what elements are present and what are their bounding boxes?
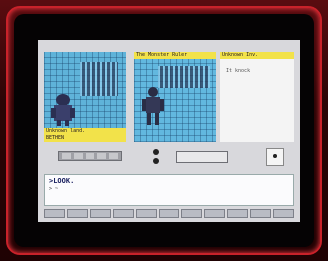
menu-item[interactable]	[66, 209, 88, 218]
direction-button[interactable]	[73, 153, 83, 159]
middle-scene-panel: The Monster Ruler	[134, 52, 216, 142]
game-screen: Unknown land. BETHEN The Monster Ruler U…	[38, 40, 300, 222]
menu-item[interactable]	[204, 209, 226, 218]
direction-buttons	[58, 151, 122, 161]
left-panel-caption: Unknown land. BETHEN	[44, 128, 126, 142]
middle-panel-title: The Monster Ruler	[134, 52, 216, 59]
status-bar	[176, 151, 228, 163]
menu-item[interactable]	[44, 209, 65, 218]
right-panel-text: It knock	[226, 68, 251, 74]
menu-item[interactable]	[158, 209, 180, 218]
direction-button[interactable]	[85, 153, 95, 159]
left-caption-line2: BETHEN	[46, 135, 65, 141]
compass-bottom-dot	[153, 158, 159, 164]
menu-item[interactable]	[112, 209, 134, 218]
direction-button[interactable]	[97, 153, 107, 159]
monster-figure-icon	[51, 94, 75, 126]
menu-item[interactable]	[273, 209, 294, 218]
menu-item[interactable]	[227, 209, 249, 218]
command-line: >LOOK.	[49, 177, 75, 185]
right-info-panel: Unknown Inv. It knock	[220, 52, 294, 142]
direction-button[interactable]	[109, 153, 118, 159]
command-console[interactable]: >LOOK. > ~	[44, 174, 294, 206]
menu-item[interactable]	[135, 209, 157, 218]
gate-window	[80, 62, 118, 96]
prompt-line: > ~	[49, 186, 59, 192]
menu-item[interactable]	[250, 209, 272, 218]
action-dot-icon	[273, 154, 277, 158]
compass-top-dot	[153, 149, 159, 155]
menu-item[interactable]	[181, 209, 203, 218]
window-bars	[158, 66, 210, 88]
command-menu-bar	[44, 209, 294, 218]
left-scene-panel: Unknown land. BETHEN	[44, 52, 126, 142]
knight-figure-icon	[142, 87, 164, 125]
right-panel-title: Unknown Inv.	[220, 52, 294, 59]
compass-icon[interactable]	[150, 148, 162, 166]
direction-button[interactable]	[62, 153, 71, 159]
action-button[interactable]	[266, 148, 284, 166]
left-caption-line1: Unknown land.	[46, 128, 86, 134]
control-bar	[44, 148, 294, 166]
menu-item[interactable]	[89, 209, 111, 218]
